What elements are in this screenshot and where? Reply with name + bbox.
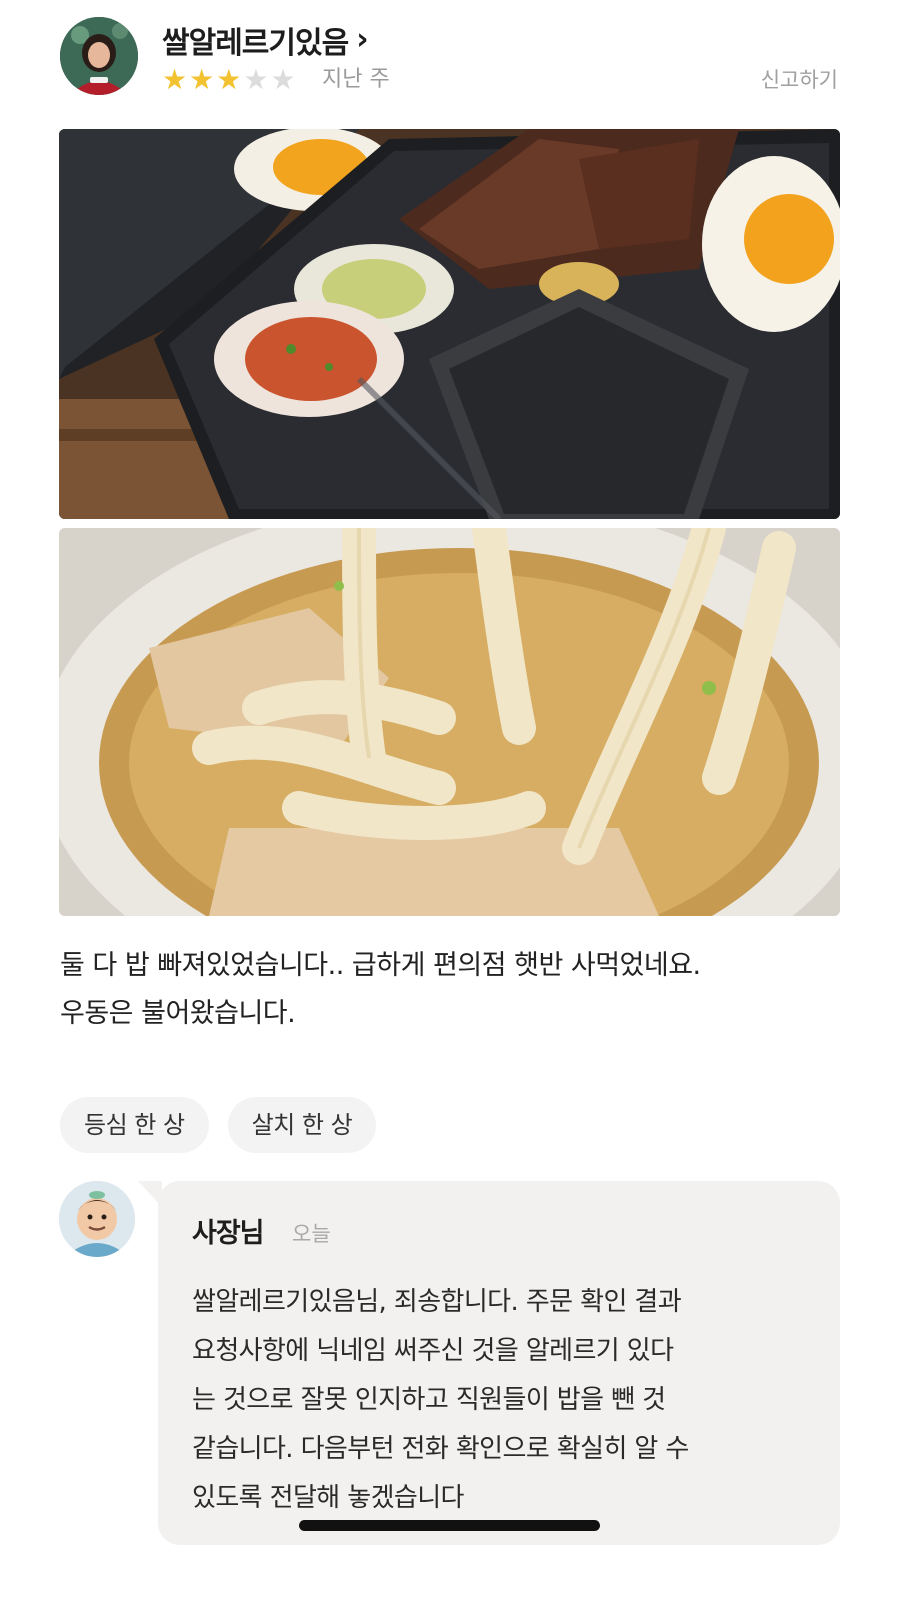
rating-stars: ★ ★ ★ ★ ★ (162, 64, 296, 96)
review-photo-steak-bento[interactable] (59, 129, 840, 519)
review-text-line: 둘 다 밥 빠져있었습니다.. 급하게 편의점 햇반 사먹었네요. (60, 950, 701, 981)
menu-tag-salchi[interactable]: 살치 한 상 (227, 1097, 377, 1153)
reviewer-avatar[interactable] (60, 17, 138, 95)
star-empty-icon: ★ (270, 63, 296, 96)
owner-reply-text: 쌀알레르기있음님, 죄송합니다. 주문 확인 결과 요청사항에 닉네임 써주신 … (192, 1278, 832, 1523)
reply-text-line: 쌀알레르기있음님, 죄송합니다. 주문 확인 결과 (192, 1287, 682, 1317)
reply-text-line: 는 것으로 잘못 인지하고 직원들이 밥을 뺀 것 (192, 1385, 666, 1415)
star-filled-icon: ★ (162, 63, 188, 96)
reviewer-name-link[interactable]: 쌀알레르기있음 › (162, 18, 369, 62)
star-filled-icon: ★ (189, 63, 215, 96)
reviewer-name: 쌀알레르기있음 (162, 26, 349, 61)
owner-name: 사장님 (192, 1218, 265, 1249)
reply-text-line: 있도록 전달해 놓겠습니다 (192, 1483, 464, 1513)
review-photo-udon[interactable] (59, 528, 840, 916)
menu-tag-deungsim[interactable]: 등심 한 상 (60, 1097, 209, 1153)
reply-text-line: 요청사항에 닉네임 써주신 것을 알레르기 있다 (192, 1336, 674, 1366)
report-button[interactable]: 신고하기 (761, 64, 838, 96)
review-text: 둘 다 밥 빠져있었습니다.. 급하게 편의점 햇반 사먹었네요. 우동은 불어… (60, 942, 850, 1038)
chevron-right-icon: › (356, 22, 368, 57)
reply-time: 오늘 (292, 1222, 331, 1246)
menu-tags: 등심 한 상 살치 한 상 (60, 1097, 377, 1153)
review-text-line: 우동은 불어왔습니다. (60, 998, 296, 1029)
home-indicator[interactable] (299, 1520, 600, 1531)
owner-avatar (59, 1181, 135, 1257)
review-date: 지난 주 (322, 67, 390, 92)
reply-text-line: 같습니다. 다음부턴 전화 확인으로 확실히 알 수 (192, 1434, 689, 1464)
star-empty-icon: ★ (243, 63, 269, 96)
star-filled-icon: ★ (216, 63, 242, 96)
